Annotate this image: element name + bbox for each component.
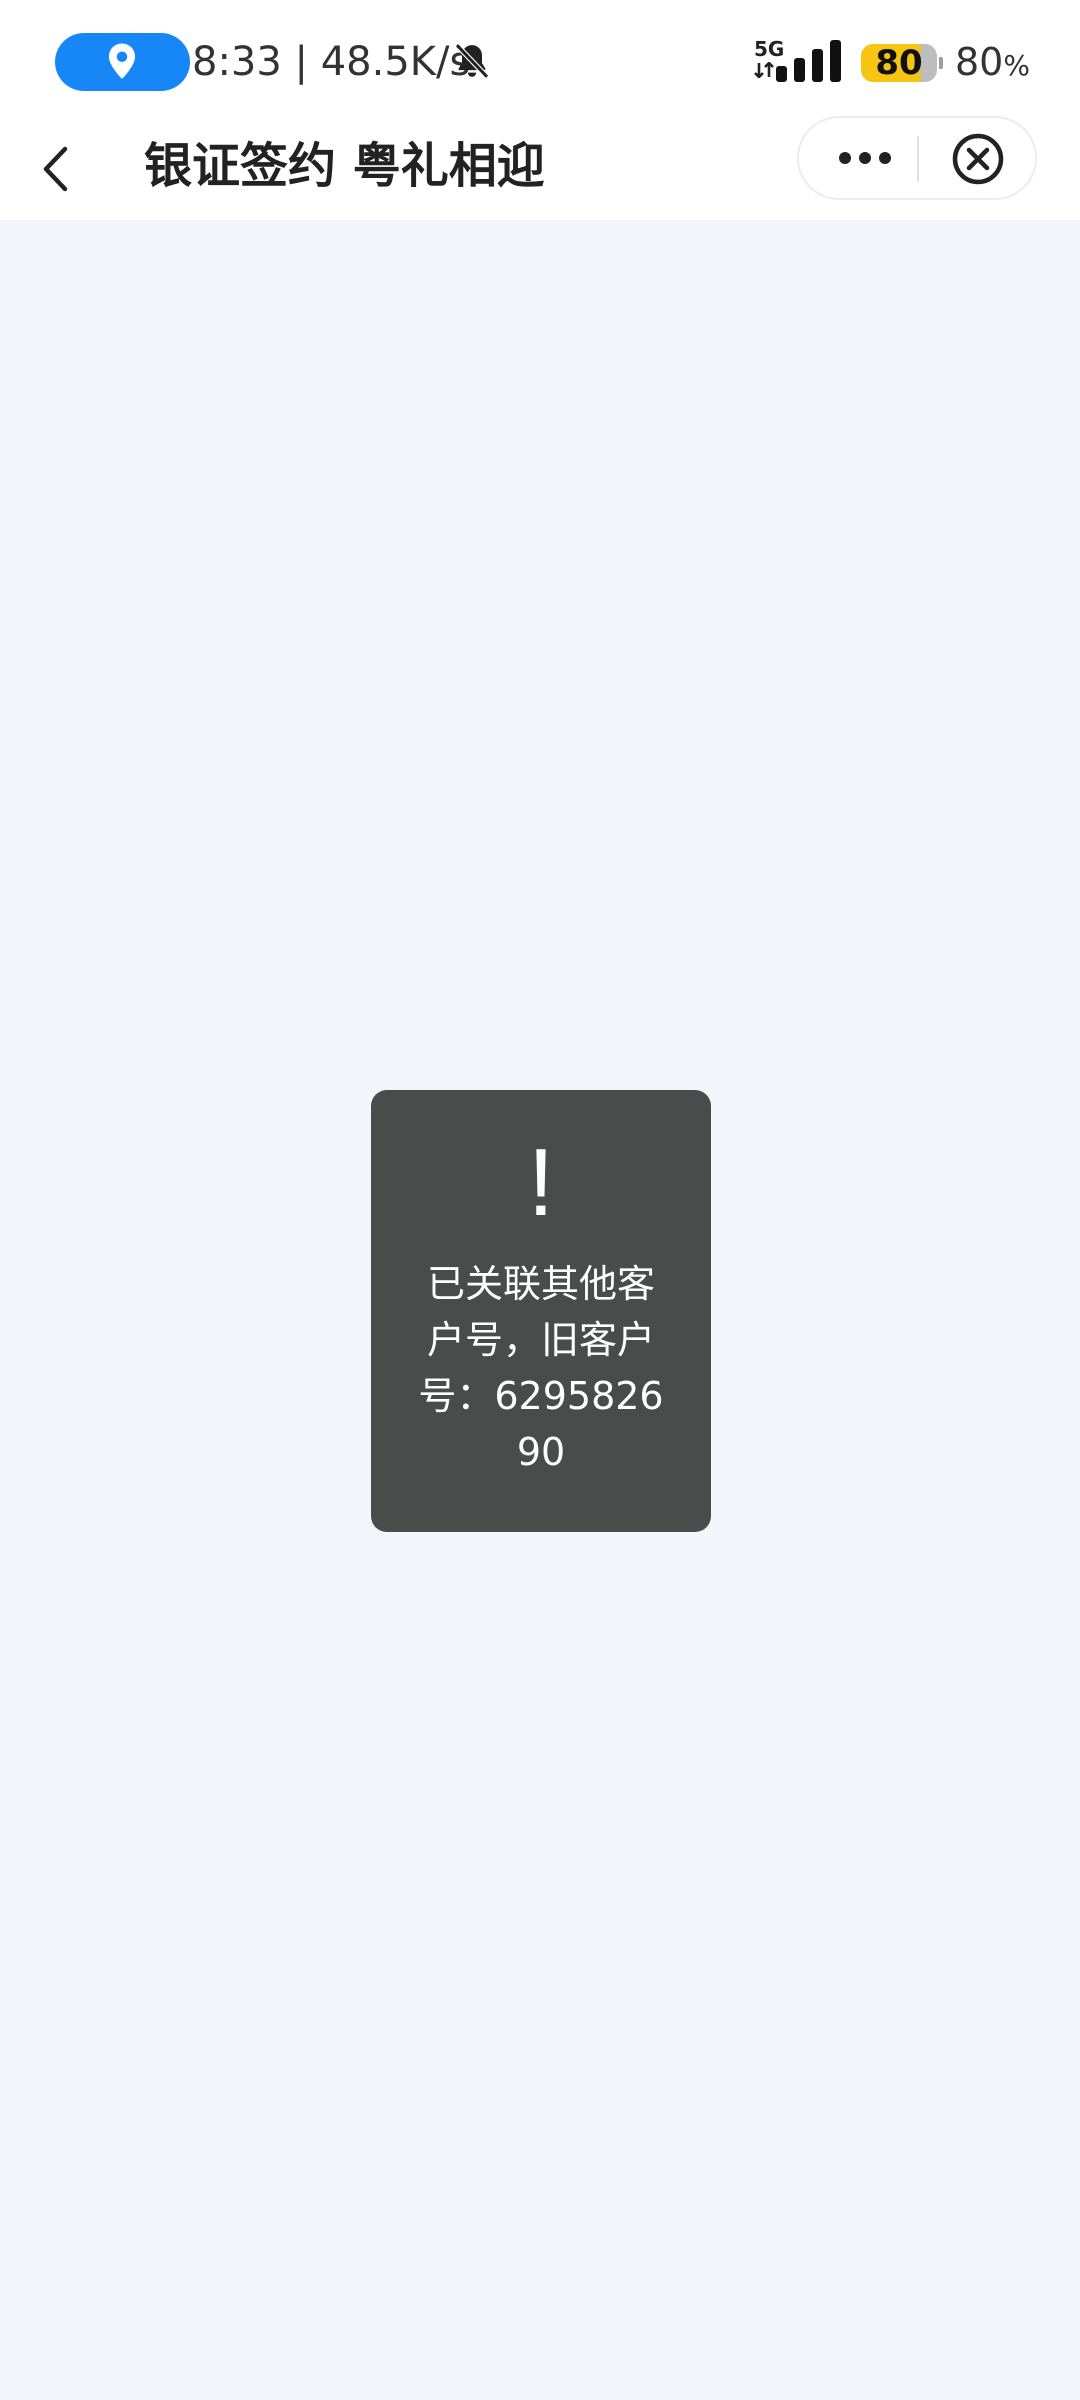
data-arrows-icon	[754, 62, 774, 78]
battery-percent-value: 80	[955, 40, 1004, 84]
battery-percent: 80%	[955, 35, 1030, 93]
location-pill[interactable]	[55, 33, 190, 91]
close-button[interactable]	[919, 118, 1035, 198]
battery-percent-sign: %	[1003, 49, 1030, 82]
battery-tip	[939, 57, 943, 69]
more-button[interactable]	[799, 118, 917, 198]
page-title: 银证签约 粤礼相迎	[144, 138, 545, 194]
exclamation-icon: !	[527, 1129, 555, 1236]
nav-bar: 银证签约 粤礼相迎	[0, 112, 1080, 220]
toast-message: 已关联其他客户号，旧客户号：629582690	[418, 1262, 664, 1474]
close-circle-icon	[952, 133, 1004, 185]
back-button[interactable]	[28, 130, 88, 202]
back-arrow-icon	[43, 146, 68, 192]
signal-icon	[776, 40, 841, 82]
error-toast: ! 已关联其他客户号，旧客户号：629582690	[371, 1090, 711, 1532]
more-icon	[839, 152, 891, 164]
bell-off-icon	[455, 43, 489, 79]
location-icon	[108, 43, 136, 79]
status-bar: 8:33 | 48.5K/s 5G 80 80%	[0, 0, 1080, 126]
battery-icon: 80	[861, 44, 937, 82]
mini-program-capsule	[797, 116, 1037, 200]
time-and-speed: 8:33 | 48.5K/s	[192, 39, 471, 85]
